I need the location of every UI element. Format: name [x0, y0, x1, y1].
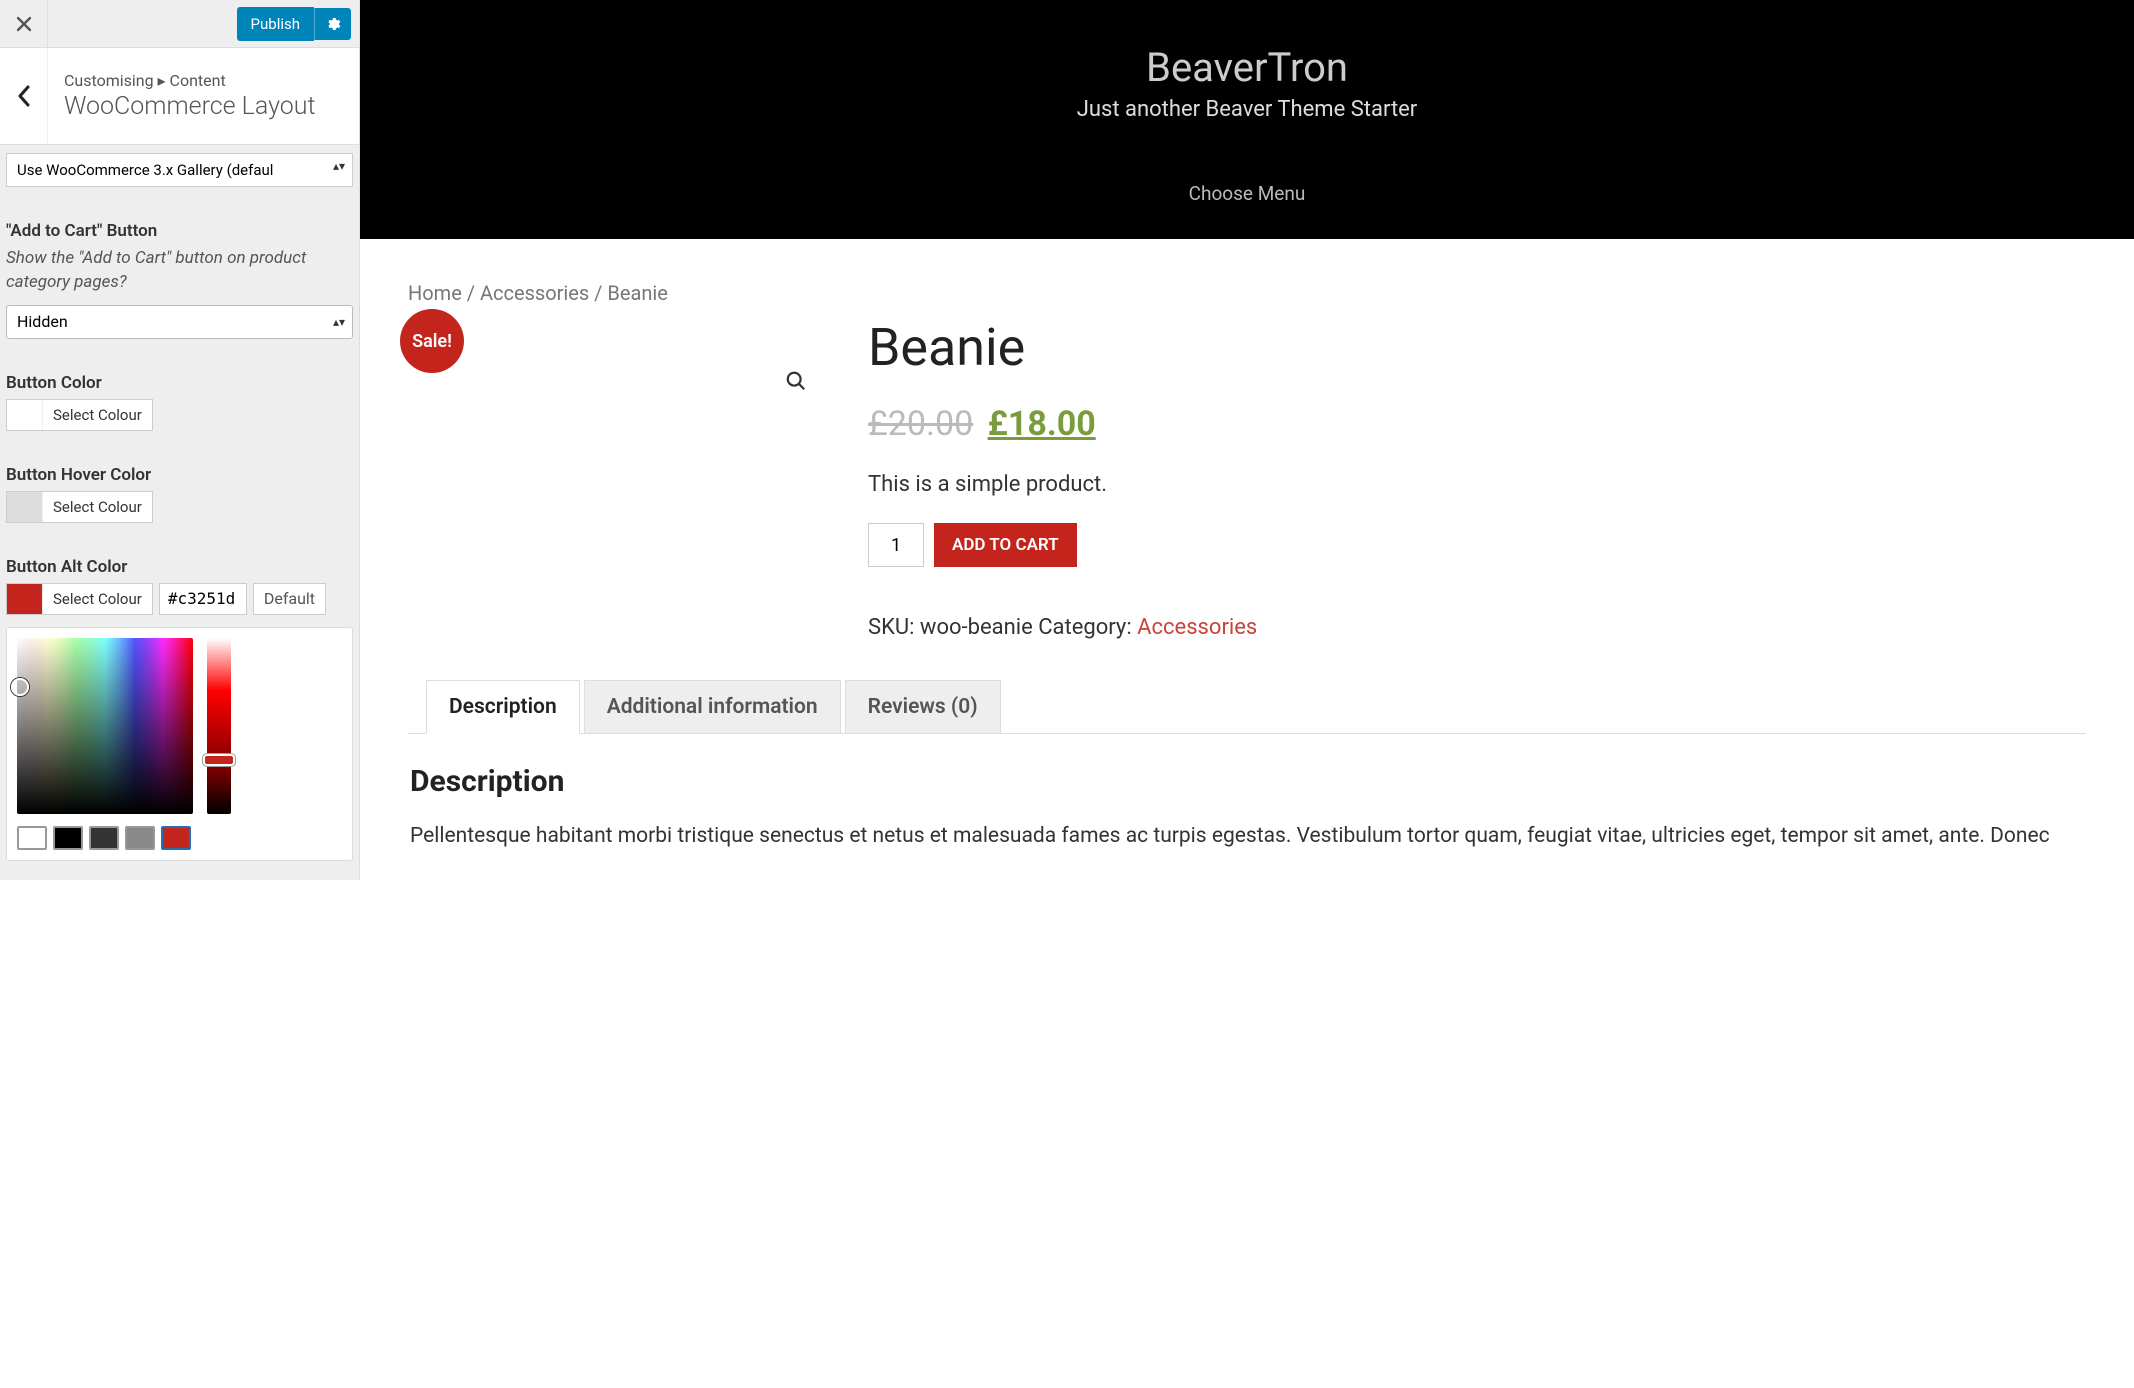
site-tagline: Just another Beaver Theme Starter	[380, 97, 2114, 122]
quantity-input[interactable]	[868, 523, 924, 567]
swatch-icon	[7, 400, 43, 430]
tab-reviews[interactable]: Reviews (0)	[845, 680, 1001, 733]
select-colour-label: Select Colour	[43, 400, 152, 430]
description-heading: Description	[410, 764, 2084, 799]
button-color-heading: Button Color	[6, 373, 353, 393]
color-picker-panel	[6, 627, 353, 861]
hue-slider[interactable]	[207, 638, 231, 814]
tab-additional-info[interactable]: Additional information	[584, 680, 841, 733]
palette-swatch[interactable]	[17, 826, 47, 850]
tab-content: Description Pellentesque habitant morbi …	[408, 734, 2086, 880]
breadcrumb[interactable]: Home / Accessories / Beanie	[408, 281, 2086, 305]
preview-pane: BeaverTron Just another Beaver Theme Sta…	[360, 0, 2134, 880]
new-price: £18.00	[988, 404, 1096, 444]
category-label: Category:	[1033, 615, 1137, 640]
add-to-cart-description: Show the "Add to Cart" button on product…	[6, 247, 353, 295]
short-description: This is a simple product.	[868, 472, 2086, 497]
site-title: BeaverTron	[380, 44, 2114, 91]
product-tabs: Description Additional information Revie…	[408, 680, 2086, 734]
panel-header: Customising ▸ Content WooCommerce Layout	[0, 48, 359, 145]
palette-swatch[interactable]	[125, 826, 155, 850]
customizer-sidebar: Publish Customising ▸ Content WooCommerc…	[0, 0, 360, 880]
button-alt-heading: Button Alt Color	[6, 557, 353, 577]
panel-body: Use WooCommerce 3.x Gallery (defaul ▴▾ "…	[0, 145, 359, 861]
swatch-icon	[7, 492, 43, 522]
price: £20.00 £18.00	[868, 404, 2086, 444]
sku-label: SKU:	[868, 615, 920, 640]
button-hover-heading: Button Hover Color	[6, 465, 353, 485]
site-header: BeaverTron Just another Beaver Theme Sta…	[360, 0, 2134, 239]
category-link[interactable]: Accessories	[1137, 615, 1257, 640]
tab-description[interactable]: Description	[426, 680, 580, 734]
button-hover-color-picker[interactable]: Select Colour	[6, 491, 153, 523]
product-meta: SKU: woo-beanie Category: Accessories	[868, 615, 2086, 640]
publish-settings-button[interactable]	[314, 8, 351, 40]
swatch-icon	[7, 584, 43, 614]
sv-cursor-icon[interactable]	[11, 678, 29, 696]
product-summary: Beanie £20.00 £18.00 This is a simple pr…	[868, 317, 2086, 640]
description-text: Pellentesque habitant morbi tristique se…	[410, 821, 2084, 853]
sku-value: woo-beanie	[920, 615, 1033, 640]
button-color-picker[interactable]: Select Colour	[6, 399, 153, 431]
zoom-icon[interactable]	[778, 363, 814, 399]
product-title: Beanie	[868, 317, 2086, 378]
add-to-cart-select[interactable]: Hidden	[6, 305, 353, 339]
palette-swatch[interactable]	[89, 826, 119, 850]
product-page: Home / Accessories / Beanie Sale! Beanie…	[360, 239, 2134, 880]
product-gallery: Sale!	[408, 317, 828, 640]
select-colour-label: Select Colour	[43, 584, 152, 614]
sale-badge: Sale!	[400, 309, 464, 373]
choose-menu-link[interactable]: Choose Menu	[380, 182, 2114, 205]
panel-title: WooCommerce Layout	[64, 92, 316, 121]
close-button[interactable]	[0, 0, 48, 47]
sidebar-top-bar: Publish	[0, 0, 359, 48]
palette-swatch[interactable]	[161, 826, 191, 850]
select-colour-label: Select Colour	[43, 492, 152, 522]
default-button[interactable]: Default	[253, 583, 326, 615]
palette-swatch[interactable]	[53, 826, 83, 850]
add-to-cart-button[interactable]: ADD TO CART	[934, 523, 1077, 567]
saturation-area[interactable]	[17, 638, 193, 814]
button-alt-color-picker[interactable]: Select Colour	[6, 583, 153, 615]
add-to-cart-heading: "Add to Cart" Button	[6, 221, 353, 241]
hex-input[interactable]	[159, 583, 247, 615]
panel-breadcrumb: Customising ▸ Content	[64, 71, 316, 90]
hue-handle-icon[interactable]	[203, 754, 235, 766]
palette-row	[17, 826, 193, 850]
gallery-select[interactable]: Use WooCommerce 3.x Gallery (defaul	[6, 153, 353, 187]
old-price: £20.00	[868, 404, 973, 444]
publish-button[interactable]: Publish	[237, 7, 314, 41]
back-button[interactable]	[0, 48, 48, 144]
